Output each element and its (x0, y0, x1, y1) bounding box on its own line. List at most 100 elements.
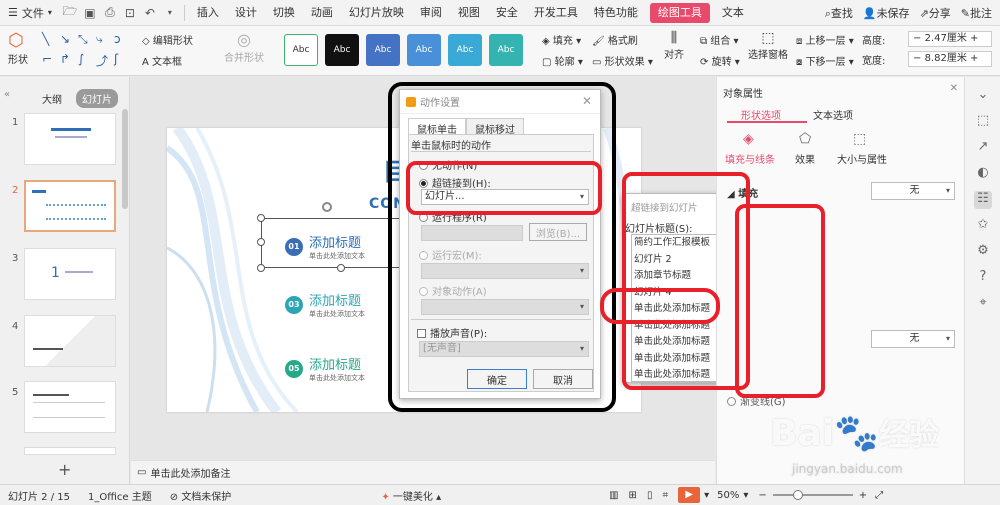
tab-developer[interactable]: 开发工具 (526, 0, 586, 26)
cancel-button[interactable]: 取消 (533, 369, 593, 389)
star-icon[interactable]: ✩ (974, 217, 992, 235)
unsaved-button[interactable]: 👤未保存 (863, 5, 910, 21)
slide-thumbnail-6[interactable] (24, 447, 116, 455)
undo-icon[interactable]: ↶ (140, 6, 160, 20)
shape-style-5[interactable]: Abc (448, 34, 482, 66)
tab-design[interactable]: 设计 (227, 0, 265, 26)
sound-select[interactable]: [无声音] ▾ (419, 341, 589, 357)
merge-shape-button[interactable]: ◎ 合并形状 (224, 30, 264, 64)
outline-button[interactable]: ▢ 轮廓 ▾ (542, 53, 583, 68)
tab-effect[interactable]: 效果 (795, 151, 815, 166)
tab-transition[interactable]: 切换 (265, 0, 303, 26)
zoom-slider-thumb[interactable] (792, 490, 803, 500)
toc-item-3[interactable]: 03 添加标题 单击此处添加文本 (285, 290, 365, 319)
animation-icon[interactable]: ⚙ (974, 243, 992, 261)
slide-thumbnail-5[interactable] (24, 381, 116, 433)
selection-pane-button[interactable]: ⬚ 选择窗格 (748, 30, 788, 61)
arrow-icon[interactable]: ↗ (974, 139, 992, 157)
gradient-line-option[interactable]: 渐变线(G) (727, 393, 786, 408)
shape-style-3[interactable]: Abc (366, 34, 400, 66)
align-button[interactable]: ⫼ 对齐 (664, 30, 684, 61)
file-menu[interactable]: ☰ 文件 ▾ (0, 5, 60, 21)
tab-insert[interactable]: 插入 (189, 0, 227, 26)
slide-thumbnail-1[interactable] (24, 113, 116, 165)
zoom-out-button[interactable]: − (758, 490, 766, 501)
location-icon[interactable]: ⌖ (974, 295, 992, 313)
tab-security[interactable]: 安全 (488, 0, 526, 26)
slide-thumbnail-3[interactable]: 1 (24, 248, 116, 300)
save-icon[interactable]: ▣ (80, 6, 100, 20)
notes-view-icon[interactable]: ⌗ (662, 490, 668, 501)
slide-thumbnail-4[interactable] (24, 315, 116, 367)
zoom-level[interactable]: 50% (717, 490, 739, 501)
tab-text[interactable]: 文本 (714, 0, 752, 26)
shape-style-2[interactable]: Abc (325, 34, 359, 66)
radio-run-macro[interactable]: 运行宏(M): (419, 247, 482, 262)
radio-hyperlink[interactable]: 超链接到(H): (419, 175, 491, 190)
fill-section-label[interactable]: ◢ 填充 (727, 185, 758, 200)
line-select[interactable]: 无 ▾ (871, 330, 955, 348)
tab-drawing-tools[interactable]: 绘图工具 (649, 2, 710, 23)
chevron-down-icon[interactable]: ▾ (160, 8, 180, 17)
add-slide-button[interactable]: + (58, 460, 71, 479)
tab-outline[interactable]: 大纲 (36, 89, 68, 108)
shape-icon[interactable]: ◐ (974, 165, 992, 183)
thumbnail-scrollbar[interactable] (122, 109, 128, 209)
toc-item-5[interactable]: 05 添加标题 单击此处添加文本 (285, 354, 365, 383)
ok-button[interactable]: 确定 (467, 369, 527, 389)
chevron-down-icon[interactable]: ⌄ (974, 87, 992, 105)
chevron-down-icon[interactable]: ▾ (743, 490, 748, 501)
select-icon[interactable]: ⬚ (974, 113, 992, 131)
radio-run-program[interactable]: 运行程序(R) (419, 209, 487, 224)
resize-handle[interactable] (257, 264, 265, 272)
group-button[interactable]: ⧉ 组合 ▾ (700, 32, 739, 47)
resize-handle[interactable] (257, 238, 265, 246)
play-sound-checkbox[interactable]: 播放声音(P): (417, 325, 487, 340)
resize-handle[interactable] (337, 264, 345, 272)
preview-icon[interactable]: ⊡ (120, 6, 140, 20)
zoom-slider[interactable] (772, 490, 853, 500)
search-button[interactable]: ⌕查找 (825, 5, 853, 21)
tab-size-properties[interactable]: 大小与属性 (837, 151, 887, 166)
notes-pane[interactable]: ▭ 单击此处添加备注 (131, 460, 715, 484)
width-field[interactable]: − 8.82厘米 + (908, 51, 992, 67)
comment-button[interactable]: ✎批注 (961, 5, 992, 21)
fill-select[interactable]: 无 ▾ (871, 182, 955, 200)
beautify-button[interactable]: ✦ 一键美化 ▴ (381, 488, 441, 503)
tab-shape-options[interactable]: 形状选项 (741, 107, 781, 122)
radio-object-action[interactable]: 对象动作(A) (419, 283, 487, 298)
bring-forward-button[interactable]: ⧈ 上移一层 ▾ (796, 32, 854, 47)
tab-fill-line[interactable]: 填充与线条 (725, 151, 775, 166)
zoom-in-button[interactable]: + (859, 490, 867, 501)
shape-gallery[interactable]: ╲ ↘ ⤡ ⤷ ↄ ⌐ ↱ ∫ ⤴ ʃ (38, 30, 132, 72)
browse-button[interactable]: 浏览(B)... (529, 223, 587, 241)
toc-item-1[interactable]: 01 添加标题 单击此处添加文本 (285, 232, 365, 261)
edit-shape-button[interactable]: ◇ 编辑形状 (142, 32, 193, 47)
close-icon[interactable]: ✕ (582, 94, 592, 108)
slide-sorter-icon[interactable]: ⊞ (629, 490, 637, 501)
object-action-select[interactable]: ▾ (421, 299, 589, 315)
tab-review[interactable]: 审阅 (412, 0, 450, 26)
tab-slides[interactable]: 幻灯片 (76, 89, 118, 108)
close-icon[interactable]: ✕ (950, 83, 958, 94)
reading-view-icon[interactable]: ▯ (647, 490, 653, 501)
tab-view[interactable]: 视图 (450, 0, 488, 26)
resize-handle[interactable] (257, 214, 265, 222)
shape-button[interactable]: ⬡ 形状 (8, 30, 28, 66)
hyperlink-select[interactable]: 幻灯片... ▾ (421, 189, 589, 205)
textbox-button[interactable]: A 文本框 (142, 53, 182, 68)
shape-style-6[interactable]: Abc (489, 34, 523, 66)
properties-icon[interactable]: ☷ (974, 191, 992, 209)
shape-style-4[interactable]: Abc (407, 34, 441, 66)
fit-window-icon[interactable]: ⤢ (875, 490, 883, 501)
protection-status[interactable]: ⊘ 文档未保护 (170, 488, 232, 503)
tab-slideshow[interactable]: 幻灯片放映 (341, 0, 412, 26)
radio-no-action[interactable]: 无动作(N) (419, 157, 477, 172)
slide-thumbnail-2[interactable] (24, 180, 116, 232)
help-icon[interactable]: ? (974, 269, 992, 287)
print-icon[interactable]: ⎙ (100, 5, 120, 20)
rotate-button[interactable]: ⟳ 旋转 ▾ (700, 53, 740, 68)
play-icon[interactable]: ▶ (678, 487, 701, 503)
share-button[interactable]: ⇗分享 (920, 5, 951, 21)
normal-view-icon[interactable]: ▥ (609, 490, 618, 501)
